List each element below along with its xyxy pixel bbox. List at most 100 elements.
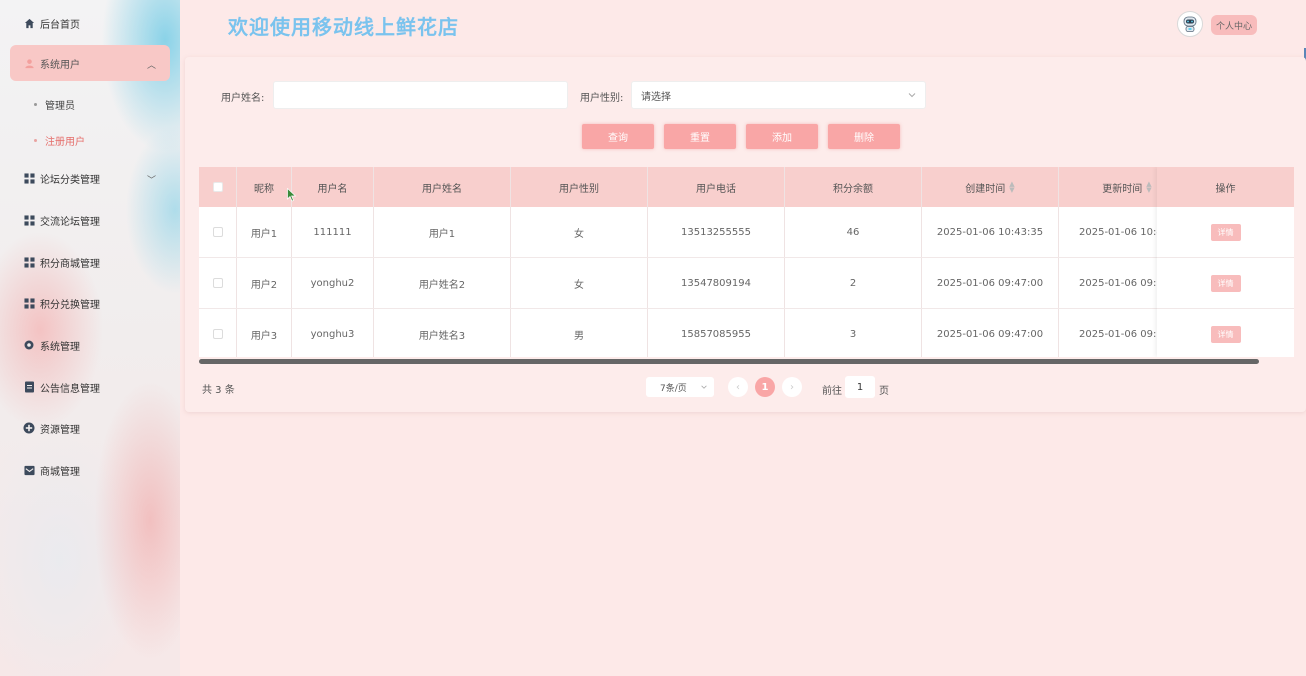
mail-icon bbox=[23, 464, 35, 476]
chevron-right-icon: › bbox=[790, 381, 794, 393]
goto-label: 前往 bbox=[822, 386, 842, 397]
sidebar-item-system-users[interactable]: 系统用户 ︿ bbox=[10, 45, 170, 81]
sidebar-subitem-label: 管理员 bbox=[45, 100, 75, 112]
plus-circle-icon bbox=[23, 422, 35, 434]
column-header-gender: 用户性别 bbox=[511, 167, 648, 207]
row-select[interactable] bbox=[199, 258, 237, 308]
gear-icon bbox=[23, 339, 35, 351]
sidebar-item-forum-category[interactable]: 论坛分类管理 ﹀ bbox=[10, 160, 170, 196]
detail-button[interactable]: 详情 bbox=[1210, 326, 1241, 343]
cell-phone: 13547809194 bbox=[648, 258, 785, 308]
sidebar-item-label: 系统管理 bbox=[40, 341, 80, 353]
cell-created: 2025-01-06 10:43:35 bbox=[922, 207, 1059, 257]
sort-icon[interactable]: ▲ ▼ bbox=[1146, 181, 1151, 194]
cell-realname: 用户姓名2 bbox=[374, 258, 511, 308]
column-header-points: 积分余额 bbox=[785, 167, 922, 207]
sidebar-item-label: 积分商城管理 bbox=[40, 258, 100, 270]
sidebar-item-forum[interactable]: 交流论坛管理 bbox=[10, 202, 170, 238]
goto-page-input[interactable]: 1 bbox=[845, 376, 875, 398]
detail-button[interactable]: 详情 bbox=[1210, 223, 1241, 241]
gender-select-placeholder: 请选择 bbox=[641, 91, 671, 103]
table-row: 用户2 yonghu2 用户姓名2 女 13547809194 2 2025-0… bbox=[199, 258, 1294, 309]
grid-icon bbox=[23, 297, 35, 309]
operation-cell: 详情 bbox=[1157, 258, 1294, 309]
users-table: 昵称 用户名 用户姓名 用户性别 用户电话 积分余额 创建时间 ▲ ▼ 更新时间 … bbox=[199, 167, 1294, 357]
sidebar-item-points-mall[interactable]: 积分商城管理 bbox=[10, 244, 170, 280]
row-checkbox[interactable] bbox=[212, 329, 223, 339]
bullet-icon bbox=[34, 102, 37, 106]
column-header-nickname: 昵称 bbox=[237, 167, 292, 207]
delete-button[interactable]: 删除 bbox=[828, 124, 900, 149]
sidebar-item-system-settings[interactable]: 系统管理 bbox=[10, 327, 170, 363]
column-header-label: 创建时间 bbox=[965, 183, 1006, 195]
cell-gender: 女 bbox=[511, 207, 648, 257]
sort-icon[interactable]: ▲ ▼ bbox=[1009, 181, 1014, 194]
cell-created: 2025-01-06 09:47:00 bbox=[922, 309, 1059, 357]
cell-points: 3 bbox=[785, 309, 922, 357]
chevron-down-icon bbox=[908, 93, 916, 98]
sidebar: 后台首页 系统用户 ︿ 管理员 注册用户 论坛分类管理 ﹀ 交流论坛管理 积分商… bbox=[0, 0, 180, 676]
cell-username: yonghu3 bbox=[292, 309, 374, 357]
sidebar-item-label: 论坛分类管理 bbox=[40, 174, 100, 186]
row-select[interactable] bbox=[199, 309, 237, 357]
chevron-down-icon: ﹀ bbox=[146, 176, 156, 186]
prev-page-button[interactable]: ‹ bbox=[728, 377, 748, 397]
row-checkbox[interactable] bbox=[212, 227, 223, 237]
grid-icon bbox=[23, 214, 35, 226]
gender-filter-select[interactable]: 请选择 bbox=[631, 81, 926, 109]
sidebar-item-resources[interactable]: 资源管理 bbox=[10, 410, 170, 446]
page-size-select[interactable]: 7条/页 bbox=[646, 377, 714, 397]
cell-nickname: 用户2 bbox=[237, 258, 292, 308]
sidebar-item-home[interactable]: 后台首页 bbox=[10, 5, 170, 41]
cell-username: 111111 bbox=[292, 207, 374, 257]
horizontal-scrollbar[interactable] bbox=[199, 359, 1259, 364]
table-row: 用户1 111111 用户1 女 13513255555 46 2025-01-… bbox=[199, 207, 1294, 258]
page-button-current[interactable]: 1 bbox=[755, 377, 775, 397]
column-header-realname: 用户姓名 bbox=[374, 167, 511, 207]
sidebar-item-label: 资源管理 bbox=[40, 424, 80, 436]
sidebar-item-points-exchange[interactable]: 积分兑换管理 bbox=[10, 285, 170, 321]
chevron-down-icon bbox=[701, 385, 707, 389]
reset-button[interactable]: 重置 bbox=[664, 124, 736, 149]
sidebar-item-announcements[interactable]: 公告信息管理 bbox=[10, 369, 170, 405]
document-icon bbox=[23, 381, 35, 393]
sidebar-item-shop[interactable]: 商城管理 bbox=[10, 452, 170, 488]
row-checkbox[interactable] bbox=[212, 278, 223, 288]
sidebar-item-label: 商城管理 bbox=[40, 466, 80, 478]
column-header-created[interactable]: 创建时间 ▲ ▼ bbox=[922, 167, 1059, 207]
query-button[interactable]: 查询 bbox=[582, 124, 654, 149]
sidebar-subitem-admin[interactable]: 管理员 bbox=[34, 94, 75, 114]
avatar[interactable] bbox=[1177, 11, 1203, 37]
cell-realname: 用户1 bbox=[374, 207, 511, 257]
header-select-all[interactable] bbox=[199, 167, 237, 207]
grid-icon bbox=[23, 172, 35, 184]
app-title: 欢迎使用移动线上鲜花店 bbox=[228, 15, 459, 39]
cell-realname: 用户姓名3 bbox=[374, 309, 511, 357]
sidebar-subitem-registered-users[interactable]: 注册用户 bbox=[34, 130, 85, 150]
cell-nickname: 用户3 bbox=[237, 309, 292, 357]
mouse-cursor-icon bbox=[287, 188, 297, 202]
next-page-button[interactable]: › bbox=[782, 377, 802, 397]
home-icon bbox=[23, 17, 35, 29]
column-header-phone: 用户电话 bbox=[648, 167, 785, 207]
chevron-up-icon: ︿ bbox=[146, 61, 156, 71]
user-icon bbox=[23, 57, 35, 69]
row-select[interactable] bbox=[199, 207, 237, 257]
name-filter-label: 用户姓名: bbox=[221, 93, 265, 104]
user-list-panel: 用户姓名: 用户性别: 请选择 查询 重置 添加 删除 昵称 用户名 用户姓名 … bbox=[185, 57, 1306, 412]
robot-avatar-icon bbox=[1183, 16, 1197, 32]
select-all-checkbox[interactable] bbox=[212, 182, 223, 192]
chevron-left-icon: ‹ bbox=[736, 381, 740, 393]
cell-points: 2 bbox=[785, 258, 922, 308]
sidebar-item-label: 公告信息管理 bbox=[40, 383, 100, 395]
cell-phone: 13513255555 bbox=[648, 207, 785, 257]
table-row: 用户3 yonghu3 用户姓名3 男 15857085955 3 2025-0… bbox=[199, 309, 1294, 357]
detail-button[interactable]: 详情 bbox=[1210, 274, 1241, 292]
add-button[interactable]: 添加 bbox=[746, 124, 818, 149]
column-header-operation: 操作 bbox=[1157, 167, 1294, 207]
name-filter-input[interactable] bbox=[273, 81, 568, 109]
total-count: 共 3 条 bbox=[202, 385, 235, 396]
profile-center-button[interactable]: 个人中心 bbox=[1211, 15, 1257, 35]
operation-cell: 详情 bbox=[1157, 207, 1294, 258]
cell-gender: 女 bbox=[511, 258, 648, 308]
